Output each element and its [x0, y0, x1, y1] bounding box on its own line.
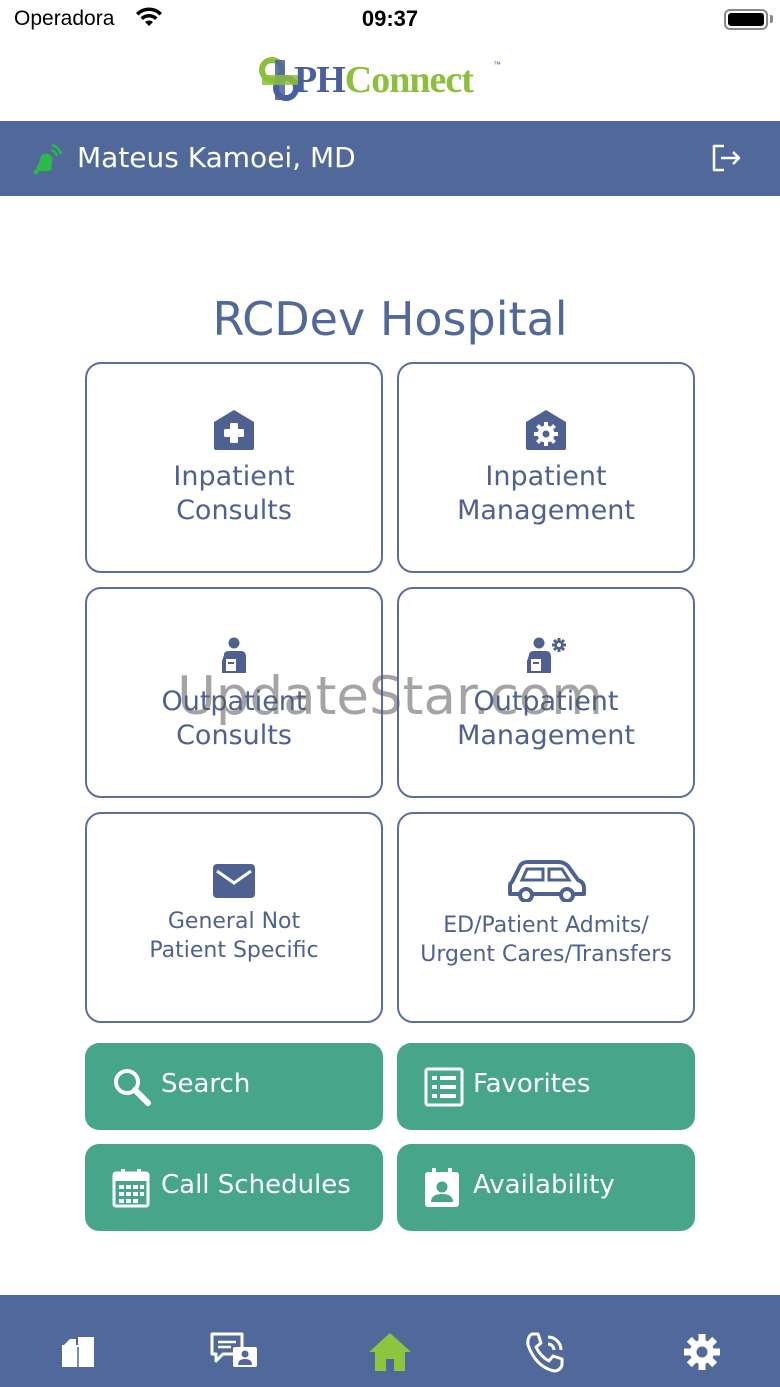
search-icon: [112, 1067, 152, 1111]
availability-button-label: Availability: [473, 1170, 615, 1200]
hospital-plus-icon: [87, 408, 381, 452]
search-button[interactable]: Search: [85, 1043, 383, 1130]
tile-label-line2: Consults: [176, 495, 292, 526]
hospital-gear-icon: [399, 408, 693, 452]
tile-general-not-patient-specific[interactable]: General Not Patient Specific: [85, 812, 383, 1023]
tile-inpatient-management[interactable]: Inpatient Management: [397, 362, 695, 573]
tile-label-line1: ED/Patient Admits/: [443, 913, 649, 938]
documents-icon: [60, 1331, 96, 1387]
call-schedules-button-label: Call Schedules: [161, 1170, 351, 1200]
logout-icon[interactable]: [710, 143, 744, 177]
tile-label-line2: Management: [457, 495, 635, 526]
patient-gear-icon: [399, 637, 693, 677]
tile-label-line2: Urgent Cares/Transfers: [420, 942, 672, 967]
tile-inpatient-consults[interactable]: Inpatient Consults: [85, 362, 383, 573]
user-header-bar: Mateus Kamoei, MD: [0, 121, 780, 196]
tile-label-line1: Inpatient: [173, 461, 295, 492]
tile-label-line1: General Not: [167, 909, 301, 934]
tab-home[interactable]: [312, 1295, 468, 1387]
tab-documents[interactable]: [0, 1295, 156, 1387]
tile-ed-admits-transfers[interactable]: ED/Patient Admits/ Urgent Cares/Transfer…: [397, 812, 695, 1023]
user-name: Mateus Kamoei, MD: [77, 141, 356, 174]
logo-text-connect: Connect: [344, 59, 474, 101]
tab-settings[interactable]: [624, 1295, 780, 1387]
battery-nub: [770, 15, 773, 23]
list-icon: [424, 1067, 464, 1111]
tile-label-line1: Inpatient: [485, 461, 607, 492]
search-button-label: Search: [161, 1069, 251, 1099]
status-bar: Operadora 09:37: [0, 0, 780, 40]
tab-calls[interactable]: [468, 1295, 624, 1387]
patient-clipboard-icon: [87, 637, 381, 677]
favorites-button[interactable]: Favorites: [397, 1043, 695, 1130]
hospital-name: RCDev Hospital: [212, 292, 568, 346]
home-icon: [367, 1331, 413, 1387]
logo-text-ph: PH: [294, 59, 346, 101]
chat-user-icon: [209, 1331, 259, 1387]
app-logo: PHConnect ™: [258, 54, 508, 106]
tile-outpatient-consults[interactable]: Outpatient Consults: [85, 587, 383, 798]
favorites-button-label: Favorites: [473, 1069, 591, 1099]
tab-messages[interactable]: [156, 1295, 312, 1387]
gear-icon: [681, 1331, 723, 1387]
car-icon: [399, 858, 693, 902]
calendar-icon: [112, 1168, 150, 1212]
tile-outpatient-management[interactable]: Outpatient Management: [397, 587, 695, 798]
status-time: 09:37: [361, 6, 419, 31]
bottom-tab-bar: [0, 1295, 780, 1387]
battery-icon: [724, 9, 768, 30]
tile-label-line1: Outpatient: [161, 686, 307, 717]
tile-label-line2: Patient Specific: [149, 938, 319, 963]
phone-call-icon: [524, 1331, 568, 1387]
envelope-icon: [87, 863, 381, 899]
logo-trademark: ™: [493, 60, 501, 69]
ringing-bell-icon: [30, 143, 63, 179]
logo-text: PHConnect: [294, 58, 474, 102]
tile-label-line2: Consults: [176, 720, 292, 751]
tile-label-line1: Outpatient: [473, 686, 619, 717]
contact-card-icon: [424, 1168, 460, 1212]
availability-button[interactable]: Availability: [397, 1144, 695, 1231]
tile-label-line2: Management: [457, 720, 635, 751]
call-schedules-button[interactable]: Call Schedules: [85, 1144, 383, 1231]
